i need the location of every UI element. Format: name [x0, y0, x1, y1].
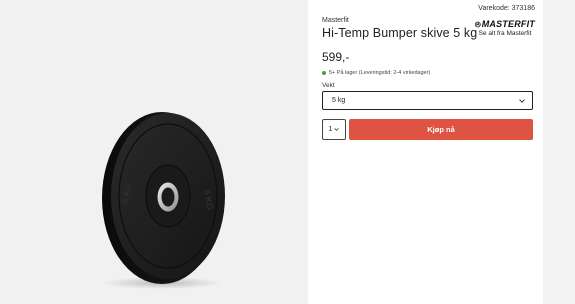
chevron-down-icon	[519, 98, 525, 103]
weight-select[interactable]: 5 kg	[322, 91, 533, 110]
product-page: 5 KG 5 KG Varekode: 373186 Masterfit Hi-…	[0, 0, 575, 304]
page-side-strip	[543, 0, 575, 304]
see-all-brand-link[interactable]: Se alt fra Masterfit	[475, 30, 535, 37]
stock-status-text: 5+ På lager (Leveringstid: 2-4 virkedage…	[329, 70, 431, 76]
stock-status: 5+ På lager (Leveringstid: 2-4 virkedage…	[322, 70, 430, 76]
brand-logo-link[interactable]: MASTERFIT Se alt fra Masterfit	[475, 19, 535, 37]
weight-select-value: 5 kg	[332, 97, 346, 104]
sku-label: Varekode: 373186	[478, 5, 535, 12]
product-title: Hi-Temp Bumper skive 5 kg	[322, 26, 478, 40]
product-info: Varekode: 373186 Masterfit Hi-Temp Bumpe…	[322, 0, 535, 304]
masterfit-logo-icon	[475, 21, 481, 27]
product-image-pane: 5 KG 5 KG	[0, 0, 308, 304]
quantity-value: 1	[328, 126, 333, 133]
product-price: 599,-	[322, 50, 350, 64]
brand-logo: MASTERFIT	[475, 19, 535, 29]
bumper-plate-image: 5 KG 5 KG	[102, 112, 225, 289]
buy-now-button[interactable]: Kjøp nå	[349, 119, 533, 140]
chevron-down-icon	[334, 128, 340, 131]
quantity-select[interactable]: 1	[322, 119, 346, 140]
stock-dot-icon	[322, 71, 326, 75]
brand-logo-text: MASTERFIT	[481, 19, 535, 29]
brand-link[interactable]: Masterfit	[322, 17, 349, 24]
variant-label: Vekt	[322, 82, 335, 89]
